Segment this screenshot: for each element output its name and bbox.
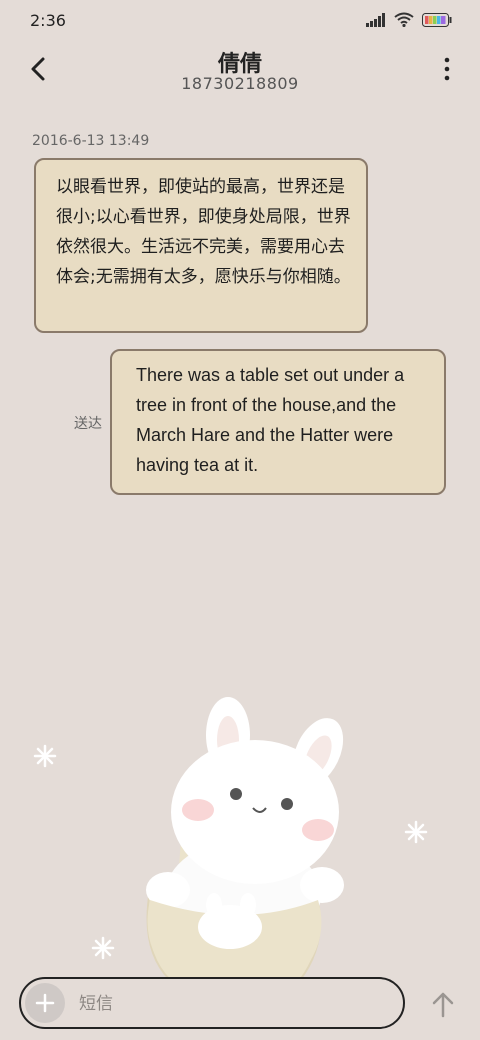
send-button[interactable] <box>428 990 458 1020</box>
message-composer <box>19 977 405 1029</box>
incoming-message-text: 以眼看世界，即使站的最高，世界还是很小;以心看世界，即使身处局限，世界依然很大。… <box>56 177 351 287</box>
sparkle-icon <box>33 744 57 768</box>
signal-icon <box>366 12 385 27</box>
battery-icon <box>422 12 452 27</box>
delivery-status: 送达 <box>74 416 102 432</box>
incoming-message-bubble[interactable]: 以眼看世界，即使站的最高，世界还是很小;以心看世界，即使身处局限，世界依然很大。… <box>34 158 368 333</box>
conversation-header: 倩倩 18730218809 <box>0 40 480 104</box>
status-icons <box>366 12 452 27</box>
message-input[interactable] <box>77 989 381 1019</box>
contact-number: 18730218809 <box>181 74 299 93</box>
outgoing-message-bubble[interactable]: There was a table set out under a tree i… <box>110 349 446 495</box>
status-bar: 2:36 <box>0 0 480 40</box>
sparkle-icon <box>91 936 115 960</box>
status-time: 2:36 <box>30 11 66 30</box>
add-attachment-button[interactable] <box>25 983 65 1023</box>
bunny-wallpaper-illustration <box>33 697 428 990</box>
sparkle-icon <box>404 820 428 844</box>
outgoing-message-text: There was a table set out under a tree i… <box>136 365 405 475</box>
more-options-button[interactable] <box>440 56 454 82</box>
wifi-icon <box>394 12 414 27</box>
plus-icon <box>35 993 55 1013</box>
message-timestamp: 2016-6-13 13:49 <box>32 133 150 149</box>
